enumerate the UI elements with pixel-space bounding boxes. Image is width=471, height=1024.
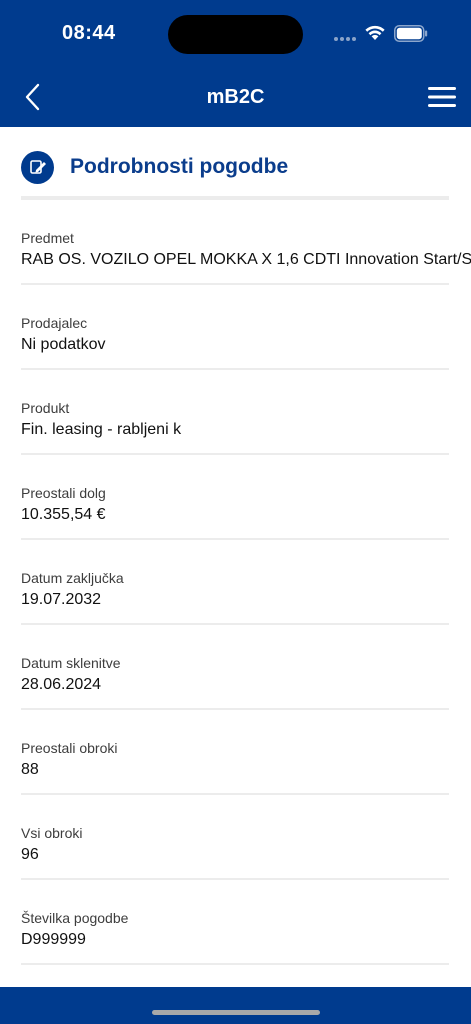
detail-label: Prodajalec bbox=[21, 315, 88, 331]
detail-value: 88 bbox=[21, 761, 39, 778]
detail-value: D999999 bbox=[21, 931, 86, 948]
detail-row-preostali-dolg: Preostali dolg 10.355,54 € bbox=[21, 455, 449, 540]
detail-label: Datum zaključka bbox=[21, 570, 124, 586]
battery-icon bbox=[394, 25, 428, 42]
status-time: 08:44 bbox=[62, 22, 116, 44]
detail-label: Številka pogodbe bbox=[21, 910, 129, 926]
section-header: Podrobnosti pogodbe bbox=[21, 147, 451, 187]
cellular-signal-icon bbox=[334, 37, 358, 41]
contract-details-list: Predmet RAB OS. VOZILO OPEL MOKKA X 1,6 … bbox=[21, 200, 471, 965]
detail-row-datum-sklenitve: Datum sklenitve 28.06.2024 bbox=[21, 625, 449, 710]
dynamic-island bbox=[168, 15, 303, 54]
menu-button[interactable] bbox=[422, 80, 462, 114]
detail-value: 19.07.2032 bbox=[21, 591, 102, 608]
detail-value: Fin. leasing - rabljeni k bbox=[21, 421, 182, 438]
detail-value: 10.355,54 € bbox=[21, 506, 106, 523]
detail-label: Datum sklenitve bbox=[21, 655, 121, 671]
contract-edit-icon bbox=[21, 150, 54, 184]
detail-row-predmet: Predmet RAB OS. VOZILO OPEL MOKKA X 1,6 … bbox=[21, 200, 471, 285]
detail-label: Preostali dolg bbox=[21, 485, 106, 501]
detail-row-prodajalec: Prodajalec Ni podatkov bbox=[21, 285, 449, 370]
detail-row-preostali-obroki: Preostali obroki 88 bbox=[21, 710, 449, 795]
detail-value: 96 bbox=[21, 846, 39, 863]
detail-value: 28.06.2024 bbox=[21, 676, 102, 693]
detail-value: Ni podatkov bbox=[21, 336, 106, 353]
bottom-bar bbox=[0, 987, 471, 1024]
detail-label: Preostali obroki bbox=[21, 740, 118, 756]
detail-row-datum-zakljucka: Datum zaključka 19.07.2032 bbox=[21, 540, 449, 625]
app-header: 08:44 mB2C bbox=[0, 0, 471, 127]
detail-row-stevilka-pogodbe: Številka pogodbe D999999 bbox=[21, 880, 449, 965]
detail-label: Vsi obroki bbox=[21, 825, 83, 841]
nav-title: mB2C bbox=[206, 86, 265, 108]
section-title: Podrobnosti pogodbe bbox=[70, 155, 289, 178]
hamburger-menu-icon bbox=[428, 87, 456, 107]
home-indicator[interactable] bbox=[152, 1010, 320, 1015]
detail-row-vsi-obroki: Vsi obroki 96 bbox=[21, 795, 449, 880]
detail-label: Predmet bbox=[21, 230, 74, 246]
detail-value: RAB OS. VOZILO OPEL MOKKA X 1,6 CDTI Inn… bbox=[21, 251, 471, 268]
contract-details-screen: 08:44 mB2C Podrobnosti pogodbe Predmet R… bbox=[0, 0, 471, 1024]
wifi-icon bbox=[365, 25, 385, 40]
detail-row-produkt: Produkt Fin. leasing - rabljeni k bbox=[21, 370, 449, 455]
detail-label: Produkt bbox=[21, 400, 70, 416]
